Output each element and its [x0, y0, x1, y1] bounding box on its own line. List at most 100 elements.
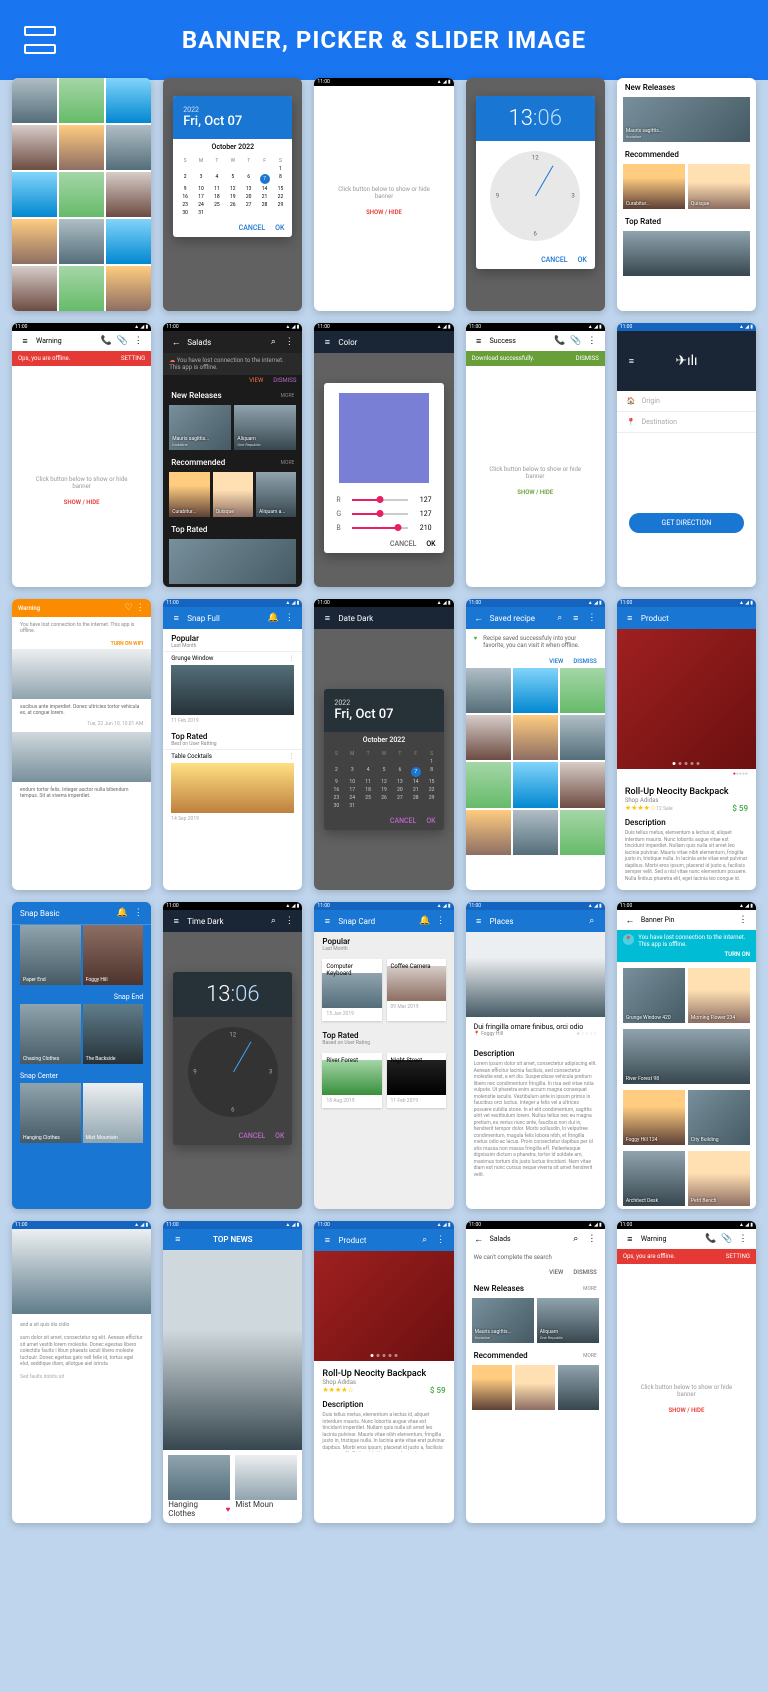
destination-input[interactable]: 📍Destination — [617, 412, 756, 433]
more-icon[interactable]: ⋮ — [738, 915, 748, 925]
view-button[interactable]: VIEW — [249, 377, 263, 384]
pin-banner: 📍You have lost connection to the interne… — [617, 930, 756, 962]
more-icon[interactable]: ⋮ — [133, 908, 143, 918]
search-icon[interactable]: ⌕ — [555, 613, 565, 623]
phone-icon[interactable]: 📞 — [706, 1234, 716, 1244]
more-icon[interactable]: ⋮ — [284, 916, 294, 926]
phone-icon[interactable]: 📞 — [101, 336, 111, 346]
screen-route: 11:00▲ ◢ ▮ ≡✈ılı 🏠Origin 📍Destination GE… — [617, 323, 756, 587]
slider-b[interactable]: B210 — [324, 521, 443, 535]
bell-icon[interactable]: 🔔 — [420, 916, 430, 926]
slider-g[interactable]: G127 — [324, 507, 443, 521]
success-banner: Download successfully.DISMISS — [466, 351, 605, 366]
attach-icon[interactable]: 📎 — [117, 336, 127, 346]
menu-icon[interactable]: ≡ — [322, 1235, 332, 1245]
more-icon[interactable]: ⋮ — [284, 337, 294, 347]
dismiss-button[interactable]: DISMISS — [573, 658, 596, 665]
menu-icon[interactable]: ≡ — [173, 1235, 183, 1245]
cancel-button[interactable]: CANCEL — [390, 817, 416, 825]
heart-icon[interactable]: ♡ — [124, 603, 134, 613]
ok-button[interactable]: OK — [426, 817, 435, 825]
ok-button[interactable]: OK — [275, 224, 284, 232]
menu-icon[interactable]: ≡ — [322, 337, 332, 347]
clock-face-dark[interactable]: 123 69 — [188, 1027, 278, 1117]
calendar-grid[interactable]: SMTWTFS 1 2345678 9101112131415 16171819… — [173, 155, 292, 219]
attach-icon[interactable]: 📎 — [722, 1234, 732, 1244]
show-hide-button[interactable]: SHOW / HIDE — [617, 1403, 756, 1418]
pin-icon: 📍 — [627, 418, 636, 426]
menu-icon[interactable]: ≡ — [20, 336, 30, 346]
view-button[interactable]: VIEW — [549, 658, 563, 665]
search-icon[interactable]: ⌕ — [268, 337, 278, 347]
search-icon[interactable]: ⌕ — [587, 916, 597, 926]
dismiss-button[interactable]: DISMISS — [573, 1269, 596, 1276]
show-hide-button[interactable]: SHOW / HIDE — [314, 205, 453, 220]
screen-color-picker: 11:00▲ ◢ ▮ ≡Color R127 G127 B210 CANCELO… — [314, 323, 453, 587]
back-icon[interactable]: ← — [625, 915, 635, 925]
menu-icon[interactable]: ≡ — [571, 613, 581, 623]
more-icon[interactable]: ⋮ — [135, 603, 145, 613]
search-icon[interactable]: ⌕ — [571, 1234, 581, 1244]
ok-button[interactable]: OK — [426, 540, 435, 548]
setting-button[interactable]: SETTING — [726, 1253, 750, 1260]
wifi-button[interactable]: TURN ON WIFI — [12, 639, 151, 649]
view-button[interactable]: VIEW — [549, 1269, 563, 1276]
setting-button[interactable]: SETTING — [121, 355, 145, 362]
search-icon[interactable]: ⌕ — [420, 1235, 430, 1245]
more-icon[interactable]: ⋮ — [587, 1234, 597, 1244]
place-image[interactable] — [466, 932, 605, 1017]
cancel-button[interactable]: CANCEL — [390, 540, 416, 548]
bell-icon[interactable]: 🔔 — [117, 908, 127, 918]
back-icon[interactable]: ← — [474, 1234, 484, 1244]
menu-icon[interactable]: ≡ — [474, 336, 484, 346]
more-icon[interactable]: ⋮ — [587, 613, 597, 623]
more-icon[interactable]: ⋮ — [738, 1234, 748, 1244]
user-icon[interactable]: 👤 — [283, 1235, 293, 1245]
calendar-grid-dark[interactable]: SMTWTFS 1 2345678 9101112131415 16171819… — [324, 748, 443, 812]
get-direction-button[interactable]: GET DIRECTION — [629, 513, 744, 533]
origin-input[interactable]: 🏠Origin — [617, 391, 756, 412]
more-icon[interactable]: ⋮ — [436, 916, 446, 926]
menu-icon[interactable]: ≡ — [171, 613, 181, 623]
product-image-2[interactable] — [314, 1251, 453, 1361]
turn-on-button[interactable]: TURN ON — [638, 951, 750, 958]
back-icon[interactable]: ← — [474, 613, 484, 623]
more-icon[interactable]: ⋮ — [436, 1235, 446, 1245]
screen-photo-grid — [12, 78, 151, 311]
screen-time-picker-light: 13:06 123 69 CANCEL OK — [466, 78, 605, 311]
bell-icon[interactable]: 🔔 — [268, 613, 278, 623]
attach-icon[interactable]: 📎 — [571, 336, 581, 346]
menu-icon[interactable]: ≡ — [322, 613, 332, 623]
ok-button[interactable]: OK — [275, 1132, 284, 1140]
menu-icon[interactable] — [24, 26, 56, 54]
menu-icon[interactable]: ≡ — [626, 356, 636, 366]
menu-icon[interactable]: ≡ — [171, 916, 181, 926]
news-hero[interactable] — [163, 1250, 302, 1450]
heart-icon[interactable]: ♥ — [226, 1505, 231, 1514]
menu-icon[interactable]: ≡ — [474, 916, 484, 926]
cancel-button[interactable]: CANCEL — [239, 224, 265, 232]
show-hide-button[interactable]: SHOW / HIDE — [466, 485, 605, 500]
back-icon[interactable]: ← — [171, 337, 181, 347]
banner-msg: Click button below to show or hide banne… — [314, 86, 453, 205]
clock-face[interactable]: 123 69 — [490, 151, 580, 241]
more-icon[interactable]: ⋮ — [133, 336, 143, 346]
dismiss-button[interactable]: DISMISS — [576, 355, 599, 362]
search-icon[interactable]: ⌕ — [268, 916, 278, 926]
ok-button[interactable]: OK — [578, 256, 587, 264]
more-icon[interactable]: ⋮ — [284, 613, 294, 623]
photo-grid[interactable] — [12, 78, 151, 311]
cancel-button[interactable]: CANCEL — [239, 1132, 265, 1140]
screen-salads-light: 11:00▲ ◢ ▮ ←Salads⌕⋮ We can't complete t… — [466, 1221, 605, 1523]
recipe-grid[interactable] — [466, 668, 605, 854]
menu-icon[interactable]: ≡ — [322, 916, 332, 926]
product-image[interactable] — [617, 629, 756, 769]
menu-icon[interactable]: ≡ — [625, 1234, 635, 1244]
phone-icon[interactable]: 📞 — [555, 336, 565, 346]
slider-r[interactable]: R127 — [324, 493, 443, 507]
dismiss-button[interactable]: DISMISS — [273, 377, 296, 384]
menu-icon[interactable]: ≡ — [625, 613, 635, 623]
cancel-button[interactable]: CANCEL — [541, 256, 567, 264]
more-icon[interactable]: ⋮ — [587, 336, 597, 346]
show-hide-button[interactable]: SHOW / HIDE — [12, 495, 151, 510]
